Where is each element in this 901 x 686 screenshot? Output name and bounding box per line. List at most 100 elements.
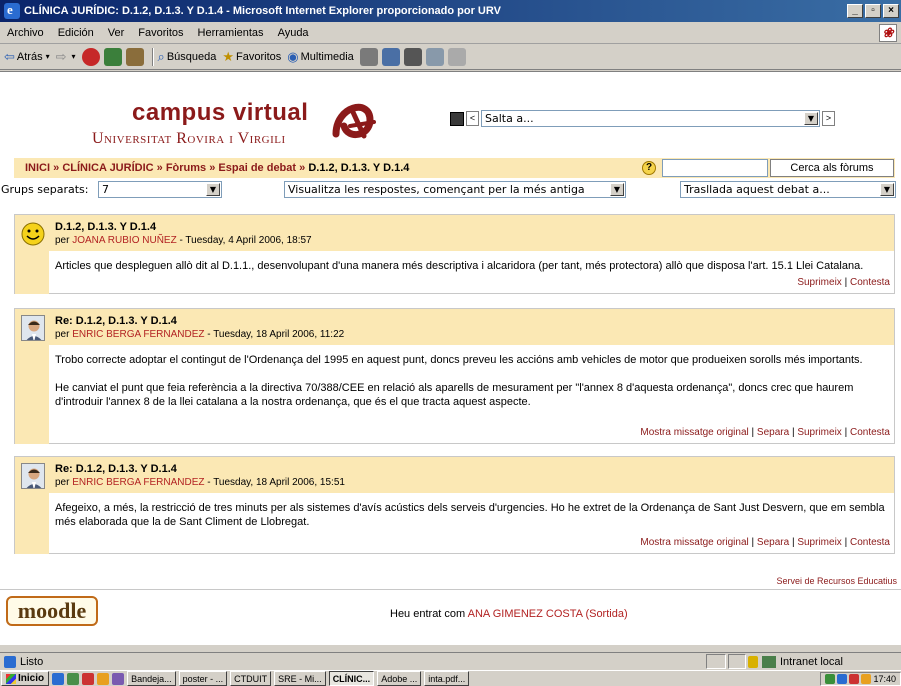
post-paragraph: He canviat el punt que feia referència a… <box>55 382 854 408</box>
menu-ver[interactable]: Ver <box>101 27 132 39</box>
groups-label: Grups separats: <box>1 183 89 196</box>
windows-taskbar: Inicio Bandeja... poster - ... CTDUIT SR… <box>0 670 901 686</box>
avatar[interactable] <box>21 463 45 489</box>
pipe-separator: | <box>791 427 795 438</box>
tray-icon[interactable] <box>861 674 872 684</box>
multimedia-button[interactable]: ◉ Multimedia <box>287 49 354 65</box>
maximize-button[interactable]: ▫ <box>865 4 881 18</box>
breadcrumb-course[interactable]: CLÍNICA JURÍDIC <box>62 162 153 174</box>
breadcrumb-separator: » <box>53 162 60 174</box>
ie-icon <box>4 2 20 19</box>
tray-icon[interactable] <box>849 674 860 684</box>
delete-link[interactable]: Suprimeix <box>797 427 841 438</box>
print-icon[interactable] <box>403 47 422 66</box>
back-dropdown-icon[interactable]: ▾ <box>46 52 50 61</box>
forum-search-input[interactable] <box>662 159 768 177</box>
jump-prev-button[interactable]: < <box>466 111 479 126</box>
taskbar-item[interactable]: SRE - Mi... <box>274 671 326 686</box>
jump-next-button[interactable]: > <box>822 111 835 126</box>
show-original-link[interactable]: Mostra missatge original <box>640 537 748 548</box>
taskbar-item-active[interactable]: CLÍNIC... <box>328 671 375 686</box>
back-button[interactable]: ⇦ Atrás ▾ <box>4 49 50 65</box>
search-button[interactable]: ⌕ Búsqueda <box>158 49 217 65</box>
back-arrow-icon: ⇦ <box>4 48 15 64</box>
split-link[interactable]: Separa <box>757 537 789 548</box>
post-author[interactable]: ENRIC BERGA FERNANDEZ <box>72 477 204 488</box>
logout-link[interactable]: (Sortida) <box>585 608 627 620</box>
avatar[interactable] <box>21 221 45 247</box>
forum-search-button[interactable]: Cerca als fòrums <box>770 159 894 177</box>
tray-icon[interactable] <box>837 674 848 684</box>
status-panel <box>728 654 746 669</box>
delete-link[interactable]: Suprimeix <box>797 537 841 548</box>
smiley-avatar-icon <box>21 222 45 246</box>
forward-dropdown-icon[interactable]: ▾ <box>72 52 76 61</box>
jump-select[interactable]: Salta a... ▼ <box>481 110 820 127</box>
close-button[interactable]: × <box>883 4 899 18</box>
forward-button[interactable]: ⇨ ▾ <box>56 49 76 65</box>
security-zone[interactable]: Intranet local <box>748 654 843 669</box>
campus-virtual-logo[interactable]: campus virtual Universitat Rovira i Virg… <box>92 92 392 162</box>
post-author[interactable]: JOANA RUBIO NUÑEZ <box>72 235 176 246</box>
menu-edicion[interactable]: Edición <box>51 27 101 39</box>
help-icon[interactable]: ? <box>642 161 656 175</box>
window-titlebar[interactable]: CLÍNICA JURÍDIC: D.1.2, D.1.3. Y D.1.4 -… <box>0 0 901 22</box>
start-button[interactable]: Inicio <box>1 671 50 686</box>
login-user-link[interactable]: ANA GIMENEZ COSTA <box>468 608 583 620</box>
home-icon[interactable] <box>125 47 144 66</box>
history-icon[interactable] <box>359 47 378 66</box>
avatar[interactable] <box>21 315 45 341</box>
groups-select[interactable]: 7 ▼ <box>98 181 222 198</box>
menu-ayuda[interactable]: Ayuda <box>271 27 316 39</box>
menu-herramientas[interactable]: Herramientas <box>191 27 271 39</box>
show-original-link[interactable]: Mostra missatge original <box>640 427 748 438</box>
breadcrumb-forums[interactable]: Fòrums <box>166 162 206 174</box>
refresh-icon[interactable] <box>103 47 122 66</box>
post-title: Re: D.1.2, D.1.3. Y D.1.4 <box>55 315 177 327</box>
taskbar-item[interactable]: CTDUIT <box>230 671 272 686</box>
byline-prefix: per <box>55 329 70 340</box>
tray-icon[interactable] <box>825 674 836 684</box>
quicklaunch-icon[interactable] <box>67 672 80 685</box>
menu-favoritos[interactable]: Favoritos <box>131 27 190 39</box>
quicklaunch-icon[interactable] <box>97 672 110 685</box>
reply-link[interactable]: Contesta <box>850 277 890 288</box>
quicklaunch-icon[interactable] <box>82 672 95 685</box>
taskbar-item[interactable]: inta.pdf... <box>424 671 470 686</box>
breadcrumb-forum[interactable]: Espai de debat <box>218 162 296 174</box>
delete-link[interactable]: Suprimeix <box>797 277 841 288</box>
edit-icon[interactable] <box>425 47 444 66</box>
menu-archivo[interactable]: Archivo <box>0 27 51 39</box>
pipe-separator: | <box>791 537 795 548</box>
post-author[interactable]: ENRIC BERGA FERNANDEZ <box>72 329 204 340</box>
stop-icon[interactable] <box>81 47 100 66</box>
reply-link[interactable]: Contesta <box>850 537 890 548</box>
moodle-logo[interactable]: moodle <box>6 596 98 626</box>
taskbar-item[interactable]: poster - ... <box>178 671 228 686</box>
favorites-button[interactable]: ★ Favoritos <box>222 49 281 65</box>
quicklaunch-icon[interactable] <box>112 672 125 685</box>
mail-icon[interactable] <box>381 47 400 66</box>
reply-link[interactable]: Contesta <box>850 427 890 438</box>
breadcrumb-inici[interactable]: INICI <box>25 162 50 174</box>
display-mode-value: Visualitza les respostes, començant per … <box>288 183 585 196</box>
discuss-icon[interactable] <box>447 47 466 66</box>
service-link[interactable]: Servei de Recursos Educatius <box>776 576 897 586</box>
post-header: Re: D.1.2, D.1.3. Y D.1.4 per ENRIC BERG… <box>15 309 894 345</box>
split-link[interactable]: Separa <box>757 427 789 438</box>
post-title: D.1.2, D.1.3. Y D.1.4 <box>55 221 157 233</box>
minimize-button[interactable]: _ <box>847 4 863 18</box>
quicklaunch-ie-icon[interactable] <box>52 672 65 685</box>
chevron-down-icon: ▼ <box>880 183 894 196</box>
pipe-separator: | <box>844 537 848 548</box>
window-title: CLÍNICA JURÍDIC: D.1.2, D.1.3. Y D.1.4 -… <box>24 5 501 17</box>
menu-bar: Archivo Edición Ver Favoritos Herramient… <box>0 22 901 44</box>
move-discussion-select[interactable]: Trasllada aquest debat a... ▼ <box>680 181 896 198</box>
post-byline: per JOANA RUBIO NUÑEZ - Tuesday, 4 April… <box>55 235 312 246</box>
status-label: Listo <box>20 655 44 668</box>
taskbar-item[interactable]: Bandeja... <box>127 671 176 686</box>
jump-to-nav: < Salta a... ▼ > <box>450 110 835 127</box>
favorites-label: Favoritos <box>236 50 282 63</box>
taskbar-item[interactable]: Adobe ... <box>377 671 422 686</box>
display-mode-select[interactable]: Visualitza les respostes, començant per … <box>284 181 626 198</box>
